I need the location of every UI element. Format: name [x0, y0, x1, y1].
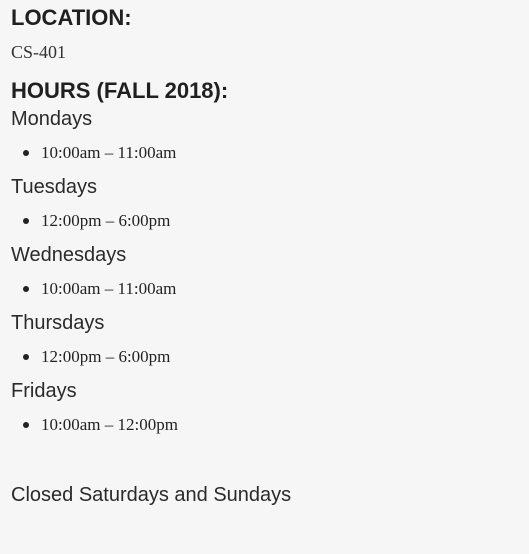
- time-range: 12:00pm – 6:00pm: [41, 347, 171, 366]
- time-item: 10:00am – 12:00pm: [11, 413, 529, 437]
- day-name: Wednesdays: [11, 244, 127, 266]
- time-list: 10:00am – 12:00pm: [11, 413, 529, 437]
- time-range: 10:00am – 11:00am: [41, 143, 177, 162]
- time-list: 12:00pm – 6:00pm: [11, 209, 529, 233]
- time-item: 10:00am – 11:00am: [11, 141, 529, 165]
- time-range: 10:00am – 11:00am: [41, 279, 177, 298]
- day-block-wednesday: Wednesdays 10:00am – 11:00am: [11, 243, 529, 301]
- day-name: Fridays: [11, 380, 77, 402]
- location-value: CS-401: [11, 42, 67, 62]
- time-range: 10:00am – 12:00pm: [41, 415, 178, 434]
- bullet-icon: [23, 422, 29, 428]
- bullet-icon: [23, 286, 29, 292]
- time-list: 10:00am – 11:00am: [11, 141, 529, 165]
- time-item: 12:00pm – 6:00pm: [11, 345, 529, 369]
- day-name: Tuesdays: [11, 176, 97, 198]
- day-name: Mondays: [11, 108, 93, 130]
- day-block-monday: Mondays 10:00am – 11:00am: [11, 107, 529, 165]
- hours-schedule: Mondays 10:00am – 11:00am Tuesdays 12:00…: [11, 107, 529, 437]
- day-block-tuesday: Tuesdays 12:00pm – 6:00pm: [11, 175, 529, 233]
- time-range: 12:00pm – 6:00pm: [41, 211, 171, 230]
- day-block-friday: Fridays 10:00am – 12:00pm: [11, 379, 529, 437]
- day-name: Thursdays: [11, 312, 105, 334]
- bullet-icon: [23, 218, 29, 224]
- time-list: 10:00am – 11:00am: [11, 277, 529, 301]
- time-item: 10:00am – 11:00am: [11, 277, 529, 301]
- location-heading: LOCATION:: [11, 5, 132, 30]
- closed-note: Closed Saturdays and Sundays: [11, 484, 292, 506]
- office-hours-page: LOCATION: CS-401 HOURS (FALL 2018): Mond…: [0, 0, 529, 554]
- hours-heading: HOURS (FALL 2018):: [11, 78, 229, 103]
- time-item: 12:00pm – 6:00pm: [11, 209, 529, 233]
- day-block-thursday: Thursdays 12:00pm – 6:00pm: [11, 311, 529, 369]
- bullet-icon: [23, 354, 29, 360]
- time-list: 12:00pm – 6:00pm: [11, 345, 529, 369]
- bullet-icon: [23, 150, 29, 156]
